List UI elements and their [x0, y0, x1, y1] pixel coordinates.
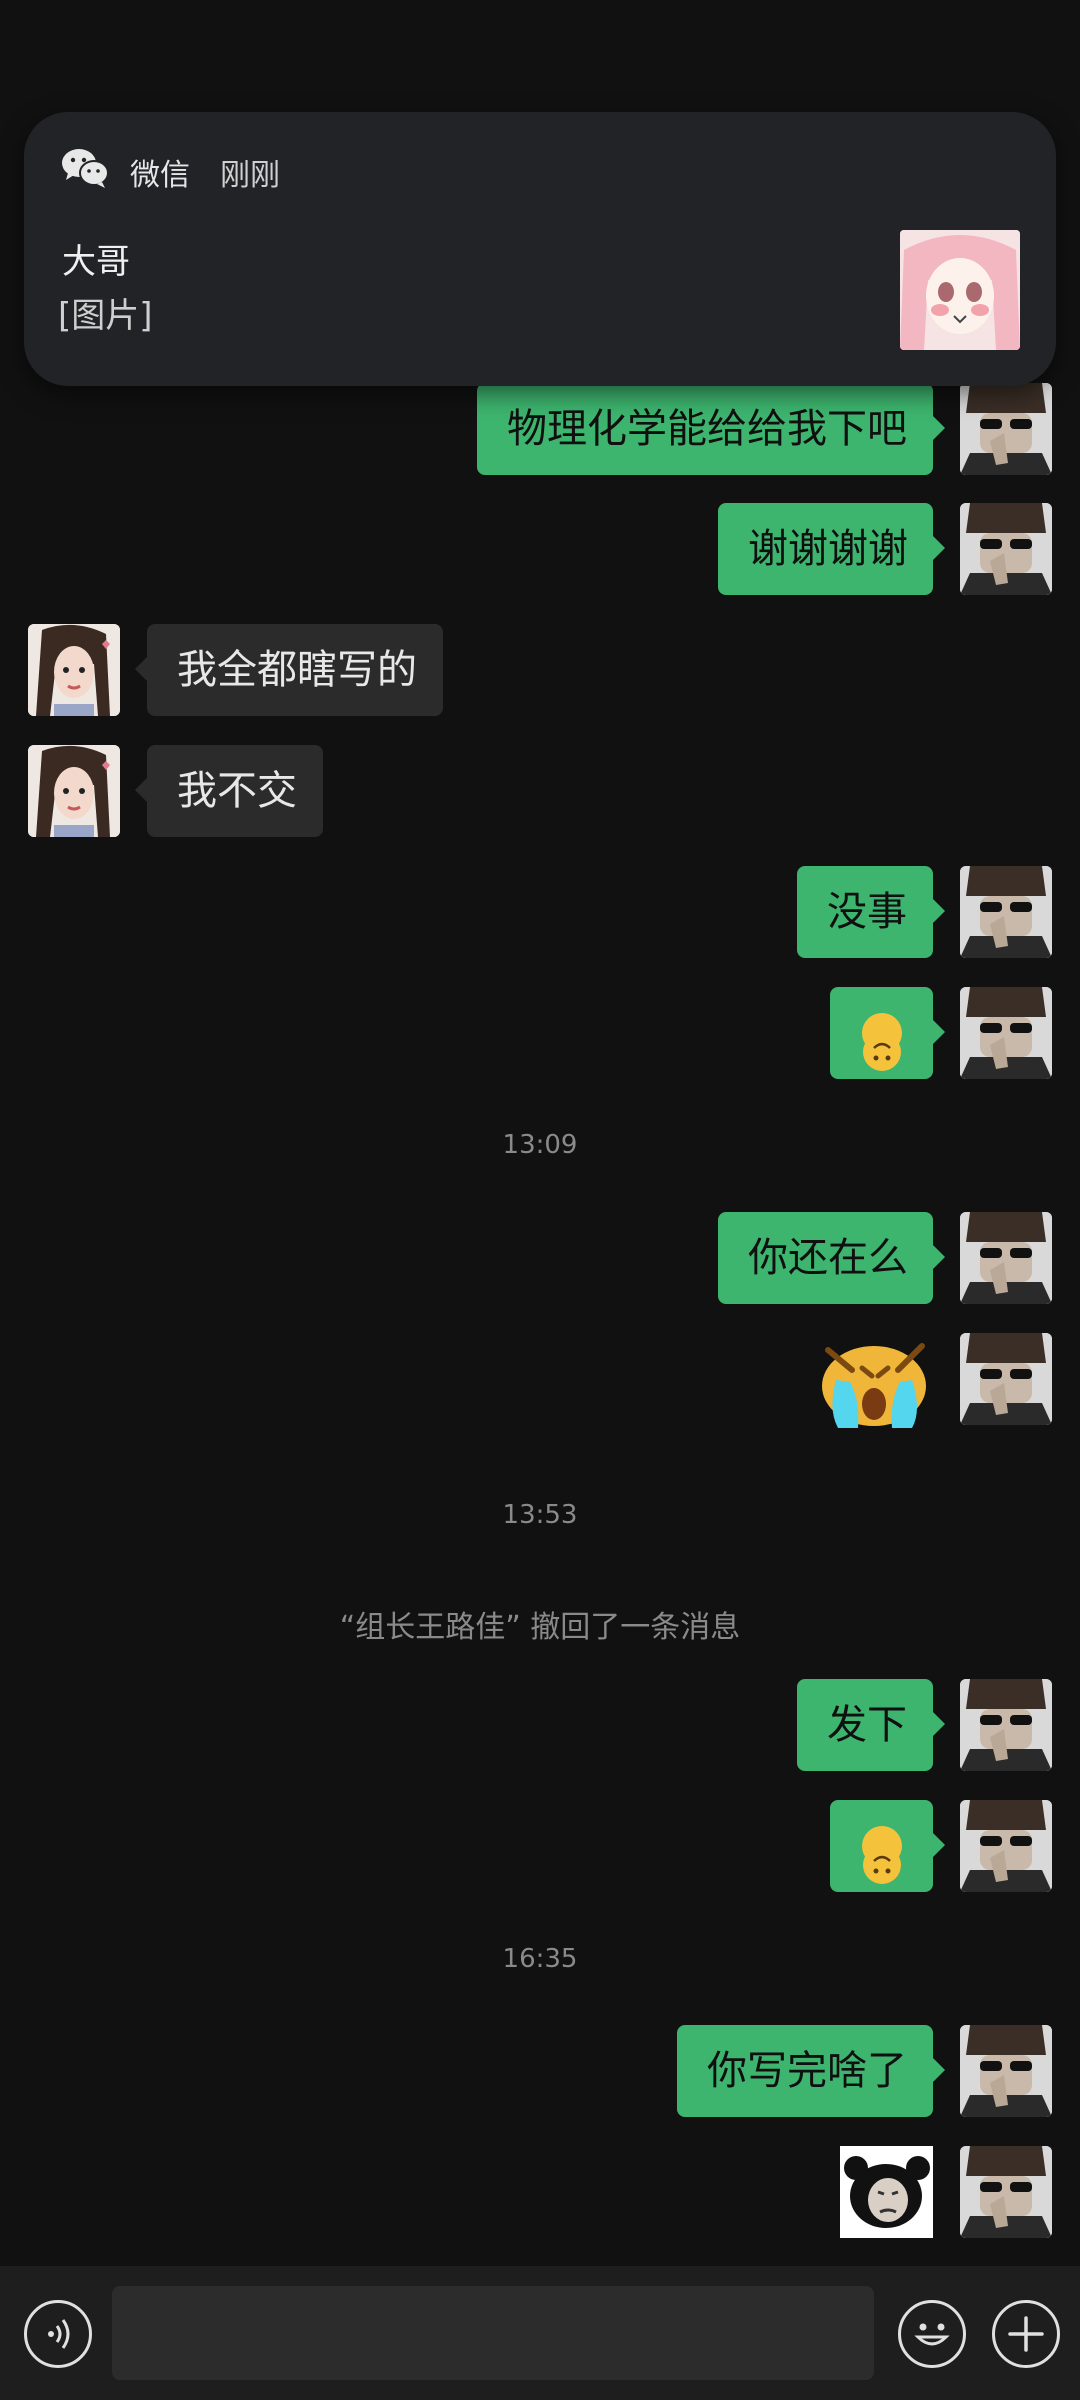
message-bubble[interactable]: 你还在么 [718, 1212, 945, 1304]
message-bubble[interactable]: 你写完啥了 [677, 2025, 945, 2117]
message-bubble[interactable]: 物理化学能给给我下吧 [477, 383, 945, 475]
message-bubble[interactable]: 没事 [797, 866, 945, 958]
notification-time: 刚刚 [220, 158, 280, 193]
message-bubble[interactable] [830, 1800, 945, 1892]
input-bar [0, 2266, 1080, 2400]
message-bubble[interactable]: 发下 [797, 1679, 945, 1771]
panda-meme-sticker[interactable] [840, 2146, 933, 2238]
notification-thumbnail [900, 230, 1020, 350]
chat-timestamp: 13:09 [502, 1130, 578, 1160]
my-avatar[interactable] [960, 1333, 1052, 1425]
message-text: 你还在么 [748, 1235, 908, 1281]
message-bubble[interactable]: 谢谢谢谢 [718, 503, 945, 595]
message-text: 我全都瞎写的 [177, 647, 417, 693]
message-text: 发下 [827, 1702, 907, 1748]
message-bubble[interactable]: 我全都瞎写的 [135, 624, 443, 716]
my-avatar[interactable] [960, 2146, 1052, 2238]
message-text: 你写完啥了 [707, 2048, 907, 2094]
my-avatar[interactable] [960, 866, 1052, 958]
message-input[interactable] [112, 2286, 874, 2380]
my-avatar[interactable] [960, 503, 1052, 595]
plus-icon[interactable] [992, 2300, 1060, 2368]
message-text: 物理化学能给给我下吧 [507, 406, 907, 452]
message-text: 谢谢谢谢 [748, 526, 908, 572]
message-text: 我不交 [177, 768, 297, 814]
my-avatar[interactable] [960, 1212, 1052, 1304]
upside-down-face-emoji [861, 1826, 902, 1884]
notification-preview: [图片] [58, 296, 153, 336]
notification-app-name: 微信 [130, 158, 190, 193]
contact-avatar[interactable] [28, 624, 120, 716]
my-avatar[interactable] [960, 2025, 1052, 2117]
wechat-icon [60, 146, 110, 190]
chat-timestamp: 16:35 [502, 1944, 578, 1974]
upside-down-face-emoji [861, 1013, 902, 1071]
my-avatar[interactable] [960, 1800, 1052, 1892]
my-avatar[interactable] [960, 987, 1052, 1079]
message-bubble[interactable] [830, 987, 945, 1079]
notification-banner[interactable]: 微信 刚刚 大哥 [图片] [24, 112, 1056, 386]
recall-notice: “组长王路佳” 撤回了一条消息 [339, 1610, 741, 1645]
chat-timestamp: 13:53 [502, 1500, 578, 1530]
emoji-icon[interactable] [898, 2300, 966, 2368]
my-avatar[interactable] [960, 383, 1052, 475]
my-avatar[interactable] [960, 1679, 1052, 1771]
crying-sticker[interactable] [814, 1330, 936, 1430]
message-bubble[interactable]: 我不交 [135, 745, 323, 837]
voice-icon[interactable] [24, 2300, 92, 2368]
notification-sender: 大哥 [62, 242, 130, 282]
message-text: 没事 [827, 889, 907, 935]
contact-avatar[interactable] [28, 745, 120, 837]
